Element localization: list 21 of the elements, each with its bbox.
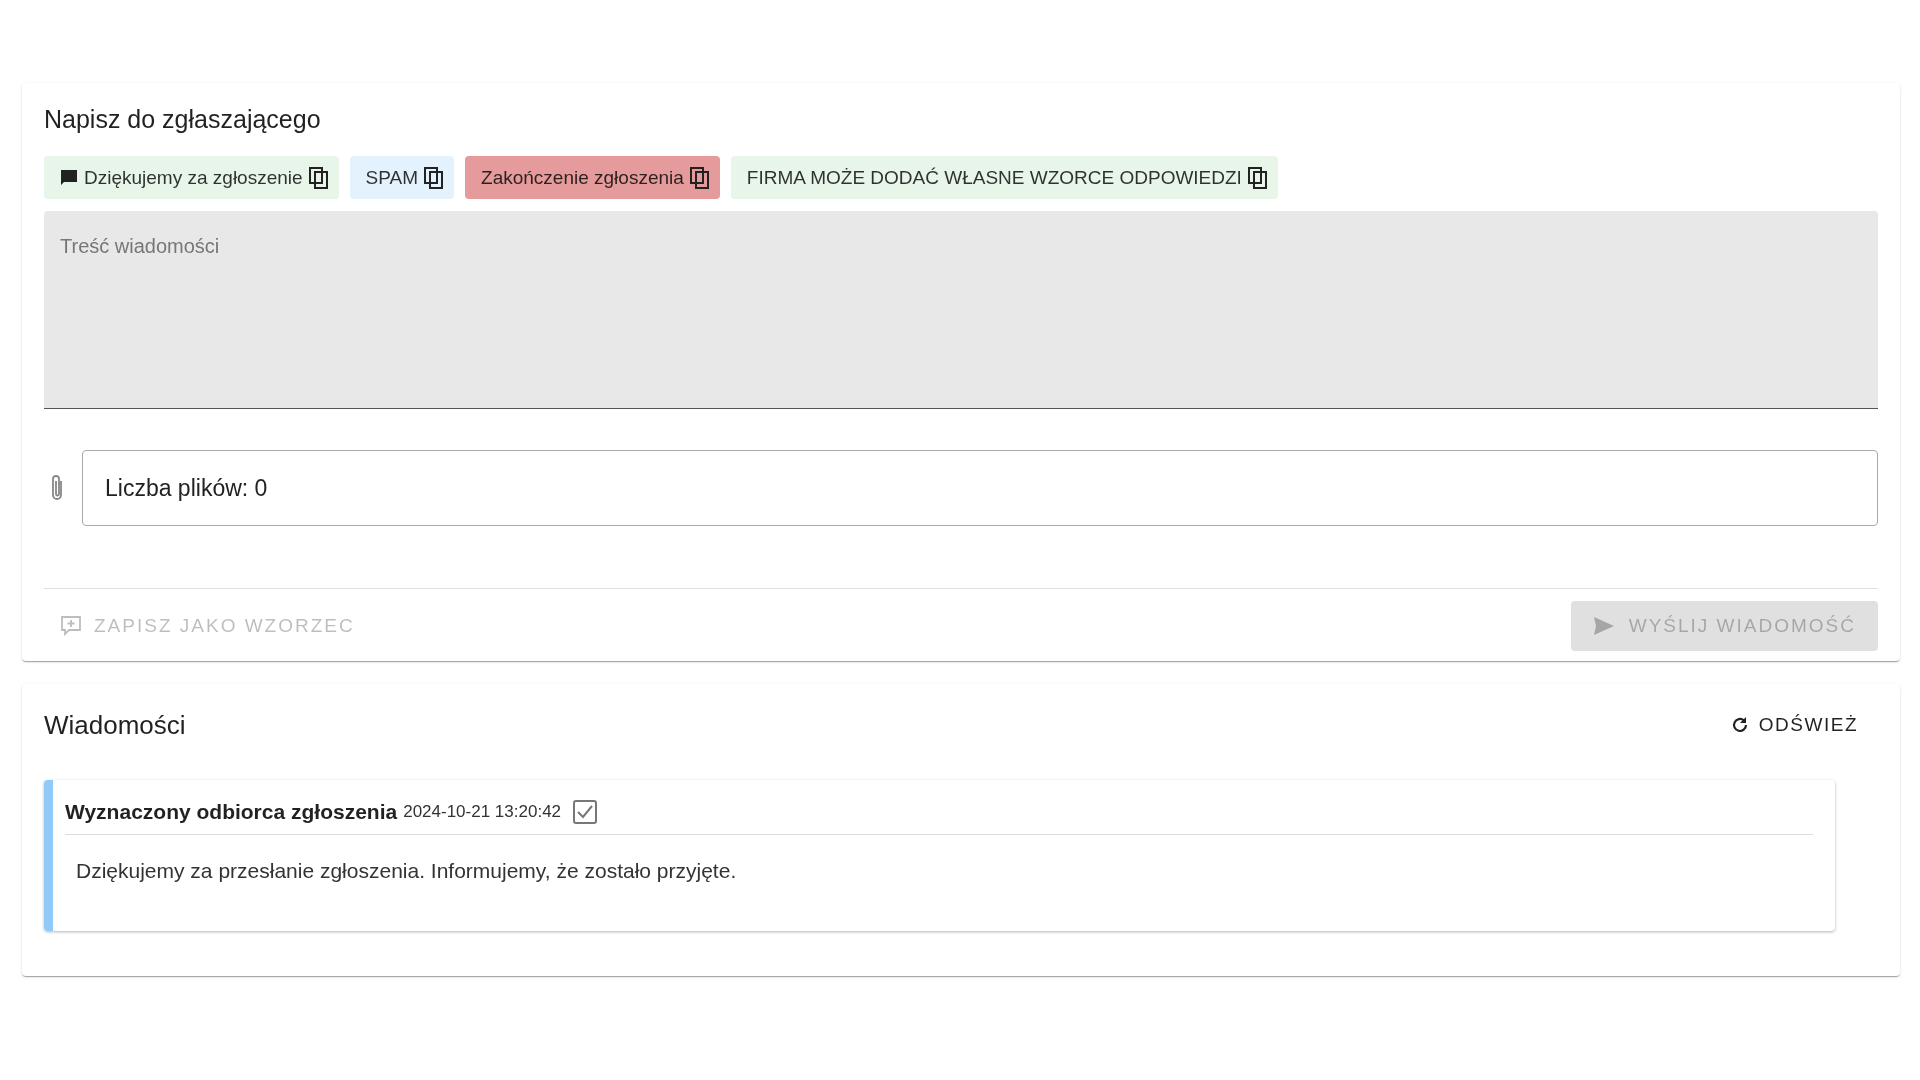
copy-icon [1247,166,1268,189]
message-icon [60,168,78,187]
template-chip[interactable]: SPAM [349,156,455,199]
template-chip[interactable]: Dziękujemy za zgłoszenie [44,156,339,199]
message-date: 2024-10-21 13:20:42 [403,802,562,822]
comment-plus-icon [60,615,82,637]
template-chip[interactable]: Zakończenie zgłoszenia [465,156,720,199]
send-icon [1592,616,1615,636]
card-title: Napisz do zgłaszającego [44,105,322,134]
message-field[interactable]: Treść wiadomości [44,211,1878,409]
template-chip[interactable]: FIRMA MOŻE DODAĆ WŁASNE WZORCE ODPOWIEDZI [730,156,1278,199]
copy-icon [689,166,710,189]
read-checkbox[interactable] [573,800,598,824]
message-text: Dziękujemy za przesłanie zgłoszenia. Informujemy, że zostało przyjęte. [76,859,738,883]
refresh-button[interactable]: ODŚWIEŻ [1722,706,1866,744]
copy-icon [424,166,445,189]
copy-icon [308,166,329,189]
message-author: Wyznaczony odbiorca zgłoszenia [65,800,398,824]
file-count-field[interactable]: Liczba plików: 0 [82,450,1878,526]
refresh-icon [1730,716,1749,734]
card-title: Wiadomości [44,709,186,741]
